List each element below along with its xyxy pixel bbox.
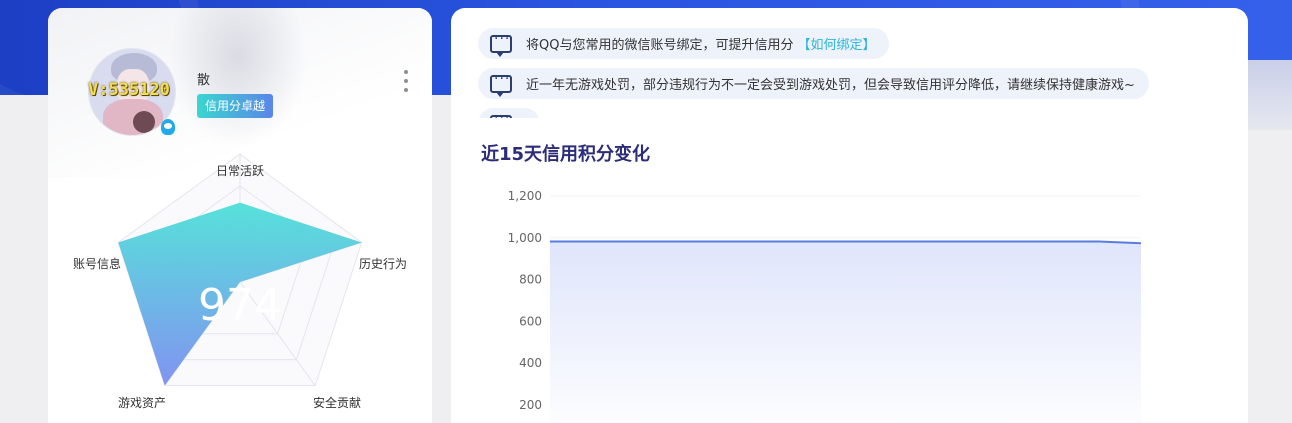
y-tick-label: 1,000	[508, 231, 542, 245]
more-options-icon[interactable]	[400, 70, 412, 92]
y-tick-label: 1,200	[508, 189, 542, 203]
credit-score: 974	[198, 280, 282, 331]
message-icon	[490, 31, 512, 57]
y-tick-label: 600	[519, 314, 542, 328]
credit-radar-chart: 日常活跃 历史行为 安全贡献 游戏资产 账号信息 974	[73, 153, 407, 410]
message-icon	[490, 71, 512, 97]
radar-label-account: 账号信息	[73, 256, 121, 271]
message-icon	[490, 111, 512, 118]
radar-label-history: 历史行为	[359, 257, 407, 271]
notice-text: 将QQ与您常用的微信账号绑定，可提升信用分	[526, 38, 794, 53]
hero-figure-art	[168, 8, 308, 148]
credit-detail-card: 将QQ与您常用的微信账号绑定，可提升信用分 【如何绑定】 近一年无游戏处罚，部分…	[451, 8, 1248, 423]
profile-card: V:535120 散 信用分卓越 日常活跃 历史行为 安全贡献 游戏资产 账号信…	[48, 8, 432, 423]
chart-title: 近15天信用积分变化	[481, 144, 651, 165]
notice-partial	[478, 108, 808, 118]
qq-penguin-icon	[161, 119, 175, 135]
y-tick-label: 200	[519, 398, 542, 412]
notice-bind-wechat: 将QQ与您常用的微信账号绑定，可提升信用分 【如何绑定】	[478, 28, 890, 59]
v-number-label: V:535120	[88, 80, 170, 100]
credit-level-badge: 信用分卓越	[197, 94, 274, 118]
notice-no-penalty: 近一年无游戏处罚，部分违规行为不一定会受到游戏处罚，但会导致信用评分降低，请继续…	[478, 68, 1149, 99]
radar-label-assets: 游戏资产	[118, 396, 166, 410]
radar-label-daily-activity: 日常活跃	[216, 164, 264, 178]
username: 散	[197, 73, 211, 88]
notice-third	[478, 108, 540, 118]
notice-text: 近一年无游戏处罚，部分违规行为不一定会受到游戏处罚，但会导致信用评分降低，请继续…	[526, 78, 1135, 93]
how-to-bind-link[interactable]: 【如何绑定】	[797, 34, 875, 53]
credit-history-chart: 1,200 1,000 800 600 400 200	[508, 189, 1142, 423]
y-tick-label: 800	[519, 273, 542, 287]
area-fill	[550, 241, 1141, 423]
y-tick-label: 400	[519, 356, 542, 370]
radar-label-security: 安全贡献	[313, 395, 361, 410]
